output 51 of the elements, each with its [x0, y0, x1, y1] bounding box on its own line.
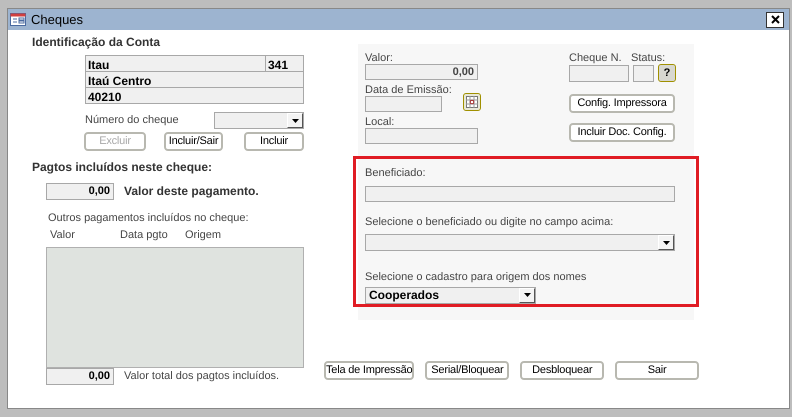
check-number-dropdown[interactable]	[214, 112, 304, 129]
form-icon	[10, 13, 26, 26]
button[interactable]: Incluir	[244, 132, 304, 151]
window-title: Cheques	[31, 10, 84, 29]
total-value-field[interactable]: 0,00	[46, 368, 114, 385]
close-button[interactable]	[766, 12, 784, 28]
date-field[interactable]	[365, 96, 442, 112]
bank-code-cell: 341	[266, 56, 303, 71]
button[interactable]: Sair	[615, 361, 700, 380]
beneficiary-label: Beneficiado:	[365, 166, 427, 181]
branch-cell: Itaú Centro	[86, 72, 303, 88]
payment-value-label: Valor deste pagamento.	[124, 183, 259, 200]
status-field[interactable]	[633, 64, 654, 82]
value-label: Valor:	[365, 51, 394, 64]
column-header: Valor	[50, 228, 76, 242]
others-label: Outros pagamentos incluídos no cheque:	[48, 211, 250, 226]
value-field[interactable]: 0,00	[365, 64, 478, 80]
payments-list[interactable]	[46, 247, 304, 368]
caret-icon	[292, 118, 298, 122]
date-label: Data de Emissão:	[365, 83, 453, 96]
button[interactable]: Tela de Impressão	[324, 361, 414, 380]
total-label: Valor total dos pagtos incluídos.	[124, 369, 280, 384]
column-header: Data pgto	[120, 228, 169, 242]
button[interactable]: Incluir/Sair	[164, 132, 223, 151]
caret-icon	[662, 240, 670, 244]
status-label: Status:	[631, 51, 666, 64]
calendar-button[interactable]	[463, 93, 481, 111]
caret-icon	[524, 293, 530, 297]
button[interactable]: Serial/Bloquear	[425, 361, 510, 380]
bank-name-cell: Itau	[86, 56, 266, 71]
button[interactable]: Incluir Doc. Config.	[569, 123, 675, 142]
check-number-label: Número do cheque	[85, 113, 180, 128]
button[interactable]: Config. Impressora	[569, 94, 675, 113]
button[interactable]: Desbloquear	[520, 361, 604, 380]
source-dropdown[interactable]: Cooperados	[365, 286, 536, 304]
place-field[interactable]	[365, 128, 478, 144]
column-header: Origem	[185, 228, 222, 242]
status-button[interactable]: ?	[658, 64, 676, 82]
account-cell: 40210	[86, 88, 303, 103]
source-label: Selecione o cadastro para origem dos nomes	[365, 270, 588, 285]
beneficiary-field[interactable]	[365, 186, 675, 202]
check-no-field[interactable]	[569, 64, 629, 82]
beneficiary-dropdown[interactable]	[365, 234, 675, 251]
calendar-icon	[466, 96, 478, 108]
check-no-label: Cheque N.	[569, 51, 623, 64]
payment-value-field[interactable]: 0,00	[46, 182, 114, 200]
close-icon	[770, 15, 780, 24]
section-heading: Pagtos incluídos neste cheque:	[32, 159, 214, 176]
section-heading: Identificação da Conta	[32, 34, 162, 49]
beneficiary-select-label: Selecione o beneficiado ou digite no campo acima:	[365, 214, 614, 230]
place-label: Local:	[365, 115, 396, 128]
